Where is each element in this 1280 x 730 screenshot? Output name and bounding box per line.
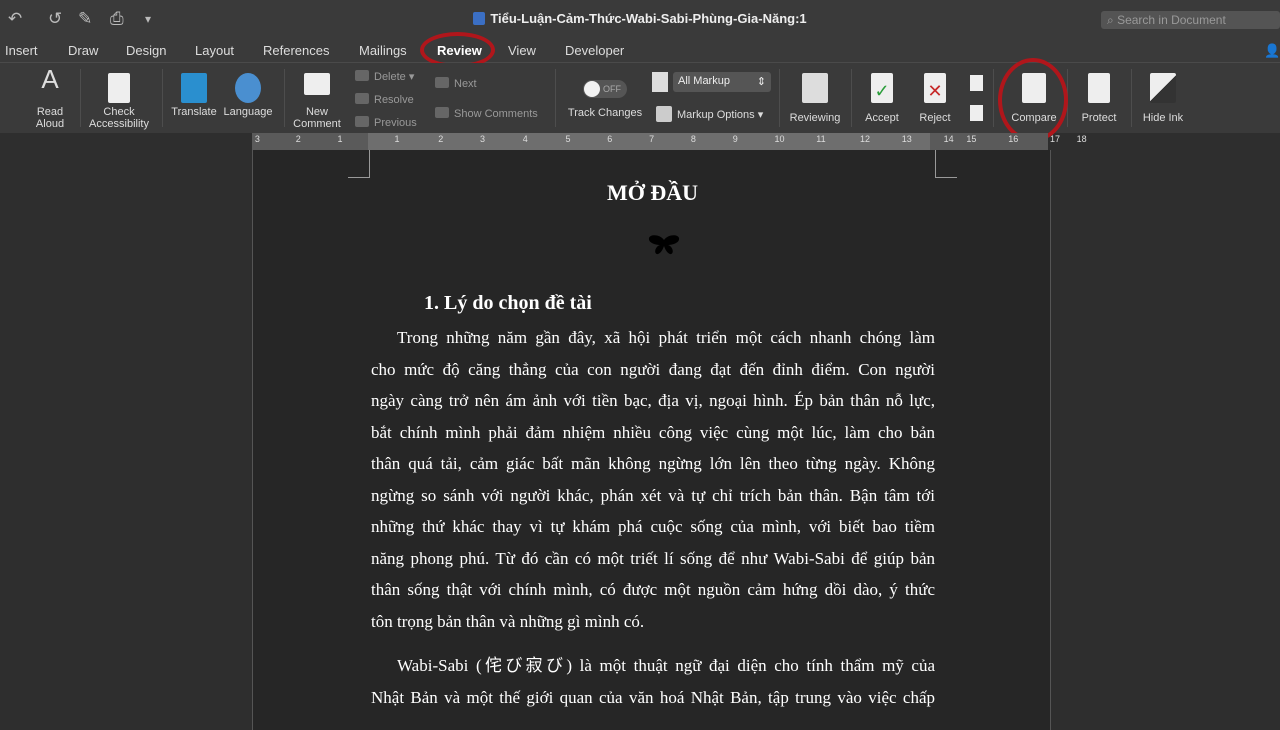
hide-ink-button[interactable]: Hide Ink: [1138, 73, 1188, 124]
highlight-ring-compare: [998, 58, 1068, 142]
ruler-tick-label: 16: [1008, 134, 1019, 144]
track-changes-toggle[interactable]: OFF Track Changes: [565, 80, 645, 119]
ruler-tick-label: 13: [901, 134, 912, 144]
ruler-tick-label: 14: [943, 134, 954, 144]
ruler-tick-label: 2: [295, 134, 301, 144]
paragraph-line: tôn trọng bản thân và những gì mình có.: [371, 611, 645, 631]
section-heading: 1. Lý do chọn đề tài: [424, 292, 592, 314]
ruler-tick-label: 3: [480, 134, 486, 144]
read-aloud-icon: A: [41, 64, 59, 94]
language-globe-icon: [235, 73, 261, 103]
reject-button[interactable]: ✕ Reject: [911, 73, 959, 124]
accept-check-icon: ✓: [871, 73, 893, 103]
markup-options-button[interactable]: Markup Options ▾: [656, 106, 763, 122]
hide-ink-icon: [1150, 73, 1176, 103]
show-comments-button[interactable]: Show Comments: [435, 107, 538, 120]
ruler-tick-label: 17: [1050, 134, 1061, 144]
accessibility-icon: [108, 73, 130, 103]
ruler-tick-label: 18: [1076, 134, 1087, 144]
delete-comment-button[interactable]: Delete ▾: [355, 70, 414, 83]
paragraph-line: cho mức độ căng thẳng của con người đang…: [371, 359, 935, 379]
language-button[interactable]: Language: [222, 73, 274, 118]
accept-button[interactable]: ✓ Accept: [858, 73, 906, 124]
ruler-tick-label: 8: [690, 134, 696, 144]
reject-x-icon: ✕: [924, 73, 946, 103]
word-doc-icon: [473, 12, 486, 25]
title-bar: ↶ ↺ ✎ ⎙ ▾ Tiểu-Luận-Cảm-Thức-Wabi-Sabi-P…: [0, 0, 1280, 38]
ruler-tick-label: 10: [774, 134, 785, 144]
review-ribbon: A Read Aloud Check Accessibility Translate …: [0, 63, 1280, 133]
tab-mailings[interactable]: Mailings: [359, 43, 407, 58]
previous-comment-button[interactable]: Previous: [355, 116, 417, 129]
protect-button[interactable]: Protect: [1074, 73, 1124, 124]
tab-developer[interactable]: Developer: [565, 43, 624, 58]
document-page[interactable]: MỞ ĐẦU 1. Lý do chọn đề tài Trong những …: [252, 150, 1051, 730]
paragraph-line: Wabi-Sabi (侘び寂び) là một thuật ngữ đại di…: [397, 656, 935, 675]
ruler-tick-label: 12: [860, 134, 871, 144]
display-for-review-icon: [652, 72, 668, 92]
tab-references[interactable]: References: [263, 43, 329, 58]
ruler-tick-label: 5: [565, 134, 571, 144]
ruler-tick-label: 4: [522, 134, 528, 144]
protect-lock-icon: [1088, 73, 1110, 103]
ruler-tick-label: 1: [337, 134, 343, 144]
new-comment-icon: [304, 73, 330, 95]
next-comment-button[interactable]: Next: [435, 77, 477, 90]
translate-icon: [181, 73, 207, 103]
tab-insert[interactable]: Insert: [5, 43, 38, 58]
ribbon-tabs: Insert Draw Design Layout References Mai…: [0, 38, 1280, 63]
ruler-tick-label: 11: [816, 134, 826, 144]
horizontal-ruler[interactable]: 3 2 1 1 2 3 4 5 6 7 8 9 10 11 12 13 14 15 16 17 18: [252, 133, 1087, 150]
paragraph-line: bắt chính mình phải đảm nhiệm nhiều công…: [371, 422, 935, 442]
check-accessibility-button[interactable]: Check Accessibility: [86, 73, 152, 130]
crop-mark: [348, 150, 370, 178]
ruler-tick-label: 1: [394, 134, 400, 144]
ruler-tick-label: 2: [438, 134, 444, 144]
ruler-tick-label: 6: [607, 134, 613, 144]
read-aloud-button[interactable]: A Read Aloud: [30, 64, 70, 130]
butterfly-icon: [648, 234, 680, 262]
paragraph-line: Trong những năm gần đây, xã hội phát tri…: [397, 328, 935, 347]
reviewing-pane-button[interactable]: Reviewing: [786, 73, 844, 124]
next-change-icon[interactable]: [970, 105, 983, 121]
paragraph-line: ngừng so sánh với người khác, phán xét v…: [371, 485, 935, 505]
paragraph-line: thân quá tải, cảm giác bất mãn không ngừ…: [371, 454, 935, 473]
window-title: Tiểu-Luận-Cảm-Thức-Wabi-Sabi-Phùng-Gia-N…: [0, 11, 1280, 26]
paragraph-line: ngày càng trở nên ám ảnh với tiền bạc, đ…: [371, 391, 935, 410]
document-heading: MỞ ĐẦU: [606, 180, 699, 205]
ruler-tick-label: 9: [732, 134, 738, 144]
tab-view[interactable]: View: [508, 43, 536, 58]
paragraph-line: những thứ khác thay vì tự khám phá cuộc …: [371, 517, 935, 536]
crop-mark: [935, 150, 957, 178]
previous-change-icon[interactable]: [970, 75, 983, 91]
translate-button[interactable]: Translate: [168, 73, 220, 118]
ruler-tick-label: 15: [966, 134, 977, 144]
ruler-tick-label: 7: [649, 134, 655, 144]
ruler-tick-label: 3: [254, 134, 260, 144]
tab-layout[interactable]: Layout: [195, 43, 234, 58]
paragraph-line: năng phong phú. Từ đó cần có một triết l…: [371, 548, 935, 568]
share-icon[interactable]: 👤: [1264, 43, 1280, 59]
reviewing-pane-icon: [802, 73, 828, 103]
paragraph-line: Nhật Bản và một thế giới quan của văn ho…: [371, 687, 935, 707]
search-input[interactable]: ⌕ Search in Document: [1101, 11, 1280, 29]
resolve-comment-button[interactable]: Resolve: [355, 93, 414, 106]
markup-select[interactable]: All Markup ⇕: [673, 72, 771, 92]
tab-draw[interactable]: Draw: [68, 43, 98, 58]
new-comment-button[interactable]: New Comment: [290, 73, 344, 130]
tab-design[interactable]: Design: [126, 43, 166, 58]
paragraph-line: thân sống thật với chính mình, có được m…: [371, 580, 935, 599]
